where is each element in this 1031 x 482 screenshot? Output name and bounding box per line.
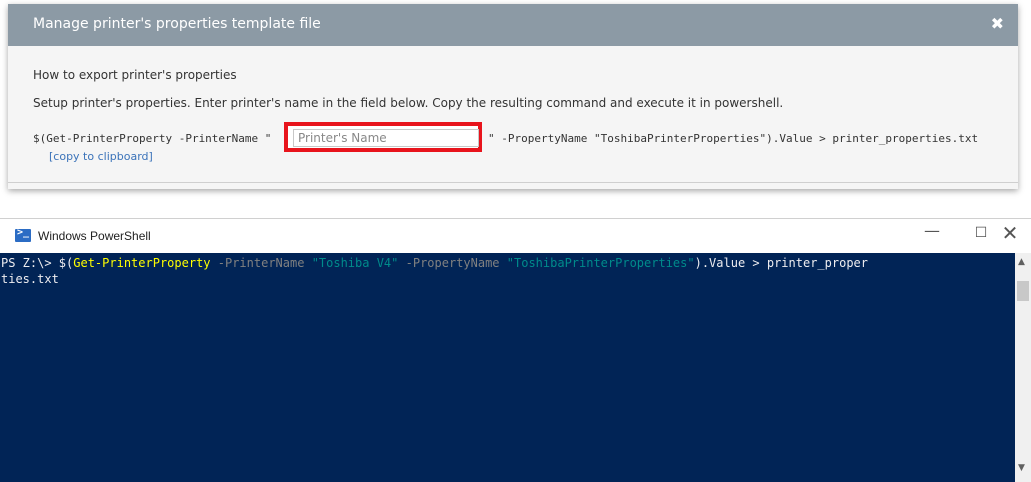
powershell-logo-icon: >_ [15,227,31,242]
command-prefix: $(Get-PrinterProperty -PrinterName " [33,132,272,145]
powershell-titlebar[interactable]: >_ Windows PowerShell — ☐ ✕ [0,219,1031,253]
powershell-window: >_ Windows PowerShell — ☐ ✕ PS Z:\> $(Ge… [0,218,1031,482]
scrollbar-thumb[interactable] [1017,281,1029,301]
console-arg-propertyname: "ToshibaPrinterProperties" [506,256,695,270]
command-suffix: " -PropertyName "ToshibaPrinterPropertie… [488,132,979,145]
console-tail: ).Value > printer_proper [694,256,868,270]
scroll-down-icon[interactable]: ▼ [1018,463,1025,473]
vertical-scrollbar[interactable]: ▲ ▼ [1015,253,1031,482]
console-dollar-paren: $( [58,256,74,270]
copy-to-clipboard-link[interactable]: [copy to clipboard] [49,150,153,163]
console-prompt: PS Z:\> [1,256,59,270]
window-title: Windows PowerShell [38,229,151,243]
console-output: PS Z:\> $(Get-PrinterProperty -PrinterNa… [1,255,868,287]
printer-name-highlight [284,122,482,152]
maximize-button[interactable]: ☐ [966,225,996,247]
printer-name-input[interactable] [293,129,479,147]
dialog-header: Manage printer's properties template fil… [8,4,1018,46]
console-arg-printername: "Toshiba V4" [311,256,399,270]
close-icon[interactable]: ✖ [991,16,1004,32]
dialog-instructions: Setup printer's properties. Enter printe… [33,96,784,110]
minimize-button[interactable]: — [917,221,947,243]
dialog-heading: How to export printer's properties [33,68,237,82]
console-param-propertyname: -PropertyName [398,256,507,270]
console-wrap: ties.txt [1,272,59,286]
close-button[interactable]: ✕ [995,221,1025,245]
powershell-console[interactable]: PS Z:\> $(Get-PrinterProperty -PrinterNa… [0,253,1015,482]
scroll-up-icon[interactable]: ▲ [1018,257,1025,267]
command-row: $(Get-PrinterProperty -PrinterName " " -… [33,122,1013,154]
console-param-printername: -PrinterName [210,256,312,270]
dialog-title: Manage printer's properties template fil… [33,16,321,32]
dialog-divider [8,182,1018,183]
manage-properties-dialog: Manage printer's properties template fil… [8,4,1018,189]
console-cmdlet: Get-PrinterProperty [73,256,211,270]
